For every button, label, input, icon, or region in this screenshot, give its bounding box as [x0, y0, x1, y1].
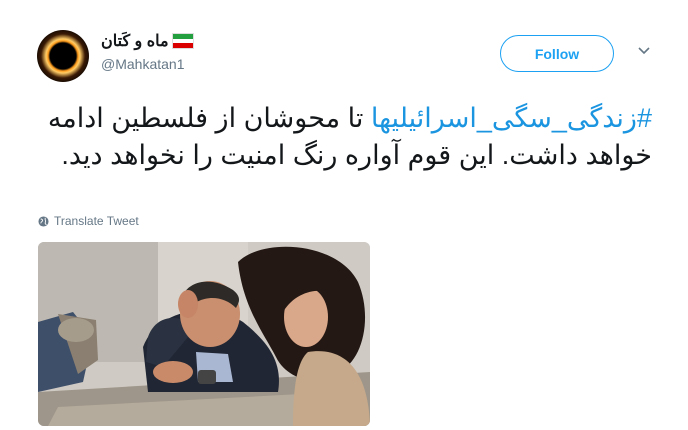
avatar[interactable]	[37, 30, 89, 82]
hashtag-link[interactable]: #زندگی_سگی_اسرائیلیها	[371, 103, 652, 133]
photo-scene	[38, 242, 370, 426]
translate-tweet[interactable]: Translate Tweet	[38, 214, 139, 228]
display-name[interactable]: ماه و کَتان	[101, 31, 169, 51]
globe-icon	[38, 215, 49, 227]
follow-button[interactable]: Follow	[500, 35, 614, 72]
translate-label[interactable]: Translate Tweet	[54, 214, 139, 228]
author-handle[interactable]: @Mahkatan1	[101, 56, 184, 72]
author-name-row[interactable]: ماه و کَتان	[101, 31, 194, 51]
tweet-photo[interactable]	[38, 242, 370, 426]
tweet-text: #زندگی_سگی_اسرائیلیها تا محوشان از فلسطی…	[40, 100, 652, 174]
chevron-down-icon[interactable]	[637, 44, 651, 58]
iran-flag-icon	[171, 33, 194, 49]
